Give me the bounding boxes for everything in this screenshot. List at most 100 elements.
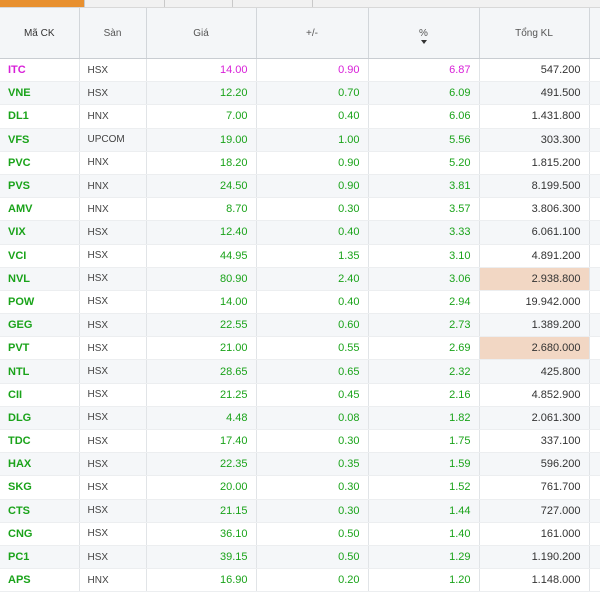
table-row[interactable]: VFS UPCOM 19.00 1.00 5.56 303.300 [0,128,600,152]
header-price[interactable]: Giá [146,8,257,59]
cell-symbol[interactable]: PC1 [0,545,80,570]
row-spacer [589,151,600,175]
cell-price: 16.90 [146,568,257,593]
cell-percent: 6.87 [368,58,480,83]
cell-symbol[interactable]: PVC [0,151,80,175]
table-row[interactable]: PVC HNX 18.20 0.90 5.20 1.815.200 [0,151,600,175]
cell-symbol[interactable]: ITC [0,58,80,83]
cell-symbol[interactable]: SKG [0,475,80,500]
cell-price: 14.00 [146,58,257,83]
table-row[interactable]: DL1 HNX 7.00 0.40 6.06 1.431.800 [0,104,600,129]
table-row[interactable]: VCI HSX 44.95 1.35 3.10 4.891.200 [0,244,600,268]
table-row[interactable]: DLG HSX 4.48 0.08 1.82 2.061.300 [0,406,600,431]
cell-price: 22.55 [146,313,257,338]
cell-symbol[interactable]: CTS [0,499,80,523]
table-row[interactable]: ITC HSX 14.00 0.90 6.87 547.200 [0,58,600,83]
table-row[interactable]: VIX HSX 12.40 0.40 3.33 6.061.100 [0,220,600,245]
top-toolbar [0,0,600,8]
table-row[interactable]: AMV HNX 8.70 0.30 3.57 3.806.300 [0,197,600,222]
cell-symbol[interactable]: VIX [0,220,80,245]
cell-symbol[interactable]: VNE [0,81,80,106]
table-row[interactable]: CII HSX 21.25 0.45 2.16 4.852.900 [0,383,600,407]
table-row[interactable]: APS HNX 16.90 0.20 1.20 1.148.000 [0,568,600,593]
cell-price: 14.00 [146,290,257,315]
table-row[interactable]: TDC HSX 17.40 0.30 1.75 337.100 [0,429,600,454]
cell-volume: 1.431.800 [479,104,590,129]
cell-volume: 303.300 [479,128,590,152]
cell-volume: 6.061.100 [479,220,590,245]
table-row[interactable]: GEG HSX 22.55 0.60 2.73 1.389.200 [0,313,600,338]
cell-symbol[interactable]: TDC [0,429,80,454]
table-row[interactable]: HAX HSX 22.35 0.35 1.59 596.200 [0,452,600,477]
cell-volume: 8.199.500 [479,174,590,199]
table-row[interactable]: SKG HSX 20.00 0.30 1.52 761.700 [0,475,600,500]
cell-percent: 5.20 [368,151,480,175]
row-spacer [589,197,600,222]
cell-price: 12.40 [146,220,257,245]
cell-percent: 3.57 [368,197,480,222]
header-exchange[interactable]: Sàn [79,8,147,59]
cell-exchange: HSX [79,290,147,315]
active-tab[interactable] [0,0,84,7]
cell-symbol[interactable]: NVL [0,267,80,291]
cell-exchange: HNX [79,197,147,222]
table-row[interactable]: NTL HSX 28.65 0.65 2.32 425.800 [0,359,600,384]
row-spacer [589,244,600,268]
header-percent[interactable]: % [368,8,480,59]
cell-change: 0.08 [256,406,369,431]
cell-price: 7.00 [146,104,257,129]
cell-volume: 19.942.000 [479,290,590,315]
stock-table: Mã CK Sàn Giá +/- % Tổng KL ITC HSX 14.00 0… [0,8,600,593]
cell-percent: 2.69 [368,336,480,361]
header-change[interactable]: +/- [256,8,369,59]
cell-change: 2.40 [256,267,369,291]
toolbar-segment[interactable] [84,0,165,7]
cell-symbol[interactable]: AMV [0,197,80,222]
cell-symbol[interactable]: VFS [0,128,80,152]
table-row[interactable]: PC1 HSX 39.15 0.50 1.29 1.190.200 [0,545,600,570]
table-row[interactable]: VNE HSX 12.20 0.70 6.09 491.500 [0,81,600,106]
cell-exchange: HSX [79,452,147,477]
cell-change: 0.70 [256,81,369,106]
cell-symbol[interactable]: POW [0,290,80,315]
cell-symbol[interactable]: VCI [0,244,80,268]
cell-volume: 2.680.000 [479,336,590,361]
table-row[interactable]: PVS HNX 24.50 0.90 3.81 8.199.500 [0,174,600,199]
cell-symbol[interactable]: NTL [0,359,80,384]
row-spacer [589,406,600,431]
table-row[interactable]: NVL HSX 80.90 2.40 3.06 2.938.800 [0,267,600,291]
cell-price: 20.00 [146,475,257,500]
cell-change: 0.90 [256,151,369,175]
cell-exchange: HSX [79,220,147,245]
cell-symbol[interactable]: CII [0,383,80,407]
cell-symbol[interactable]: PVS [0,174,80,199]
cell-percent: 2.16 [368,383,480,407]
cell-change: 0.30 [256,475,369,500]
cell-symbol[interactable]: CNG [0,522,80,546]
header-volume[interactable]: Tổng KL [479,8,590,59]
cell-symbol[interactable]: APS [0,568,80,593]
cell-symbol[interactable]: HAX [0,452,80,477]
table-row[interactable]: CTS HSX 21.15 0.30 1.44 727.000 [0,499,600,523]
cell-percent: 1.52 [368,475,480,500]
row-spacer [589,568,600,593]
table-row[interactable]: CNG HSX 36.10 0.50 1.40 161.000 [0,522,600,546]
cell-percent: 1.75 [368,429,480,454]
cell-change: 0.45 [256,383,369,407]
cell-exchange: HNX [79,104,147,129]
cell-percent: 3.06 [368,267,480,291]
toolbar-segment[interactable] [164,0,233,7]
toolbar-segment[interactable] [232,0,313,7]
cell-change: 0.55 [256,336,369,361]
cell-exchange: HSX [79,406,147,431]
cell-price: 21.15 [146,499,257,523]
cell-symbol[interactable]: PVT [0,336,80,361]
cell-change: 0.30 [256,429,369,454]
cell-price: 39.15 [146,545,257,570]
cell-symbol[interactable]: DLG [0,406,80,431]
cell-symbol[interactable]: GEG [0,313,80,338]
table-row[interactable]: PVT HSX 21.00 0.55 2.69 2.680.000 [0,336,600,361]
cell-symbol[interactable]: DL1 [0,104,80,129]
table-row[interactable]: POW HSX 14.00 0.40 2.94 19.942.000 [0,290,600,315]
header-symbol[interactable]: Mã CK [0,8,80,59]
